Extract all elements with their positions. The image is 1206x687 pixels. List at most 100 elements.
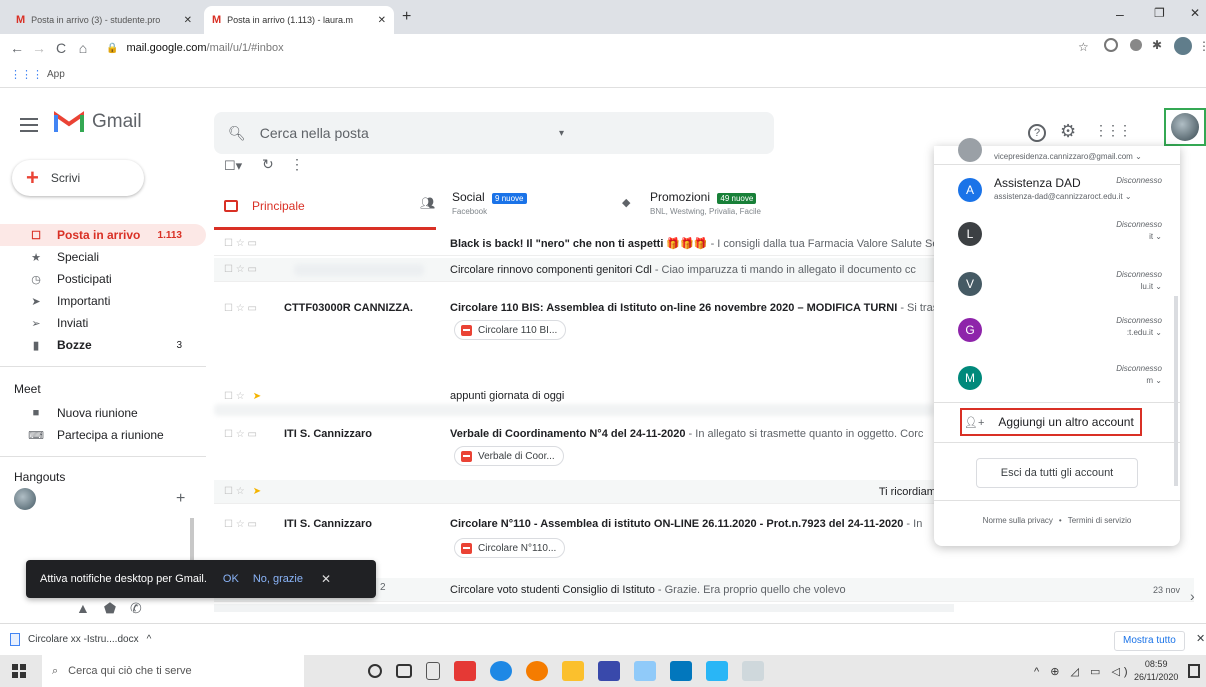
row-controls[interactable]: ☐ ☆ ➤ bbox=[214, 486, 284, 497]
extensions-puzzle-icon[interactable]: ✱ bbox=[1152, 38, 1162, 52]
hangouts-bottom-icons[interactable]: ▲⬟✆ bbox=[76, 600, 156, 617]
email-row[interactable]: ☐ ☆ ▭ ITI S. Cannizzaro Circolare N°110 … bbox=[214, 512, 954, 536]
attachment-chip[interactable]: Verbale di Coor... bbox=[454, 446, 564, 466]
file-icon[interactable] bbox=[426, 662, 440, 680]
add-hangout-icon[interactable]: + bbox=[176, 490, 185, 508]
browser-menu-icon[interactable]: ⋮ bbox=[1198, 39, 1206, 53]
bookmark-apps[interactable]: App bbox=[47, 69, 65, 80]
select-all-checkbox[interactable]: ☐▾ bbox=[224, 158, 242, 174]
hangouts-avatar[interactable] bbox=[14, 488, 36, 510]
account-item[interactable]: L Disconnesso it ⌄ bbox=[934, 214, 1180, 254]
apps-grid-icon[interactable]: ⋮⋮⋮ bbox=[10, 68, 43, 81]
tab-2-label: Posta in arrivo (1.113) - laura.m bbox=[227, 15, 354, 25]
account-item-current[interactable]: vicepresidenza.cannizzaro@gmail.com ⌄ bbox=[934, 130, 1180, 166]
sidebar-item-join-meeting[interactable]: ⌨ Partecipa a riunione bbox=[0, 424, 206, 446]
account-item[interactable]: A Assistenza DAD assistenza-dad@cannizza… bbox=[934, 170, 1180, 210]
privacy-link[interactable]: Norme sulla privacy bbox=[983, 516, 1053, 525]
tab-1-label: Posta in arrivo (3) - studente.pro bbox=[31, 15, 161, 25]
notifications-icon[interactable] bbox=[1188, 664, 1200, 678]
row-controls[interactable]: ☐ ☆ ▭ bbox=[214, 238, 284, 249]
sidebar-scrollbar[interactable] bbox=[190, 518, 194, 560]
forward-icon[interactable]: → bbox=[28, 37, 50, 59]
taskbar-search-box[interactable]: ⌕ Cerca qui ciò che ti serve bbox=[42, 655, 304, 687]
browser-tab-1[interactable]: M Posta in arrivo (3) - studente.pro ✕ bbox=[8, 6, 200, 34]
panel-scrollbar[interactable] bbox=[1174, 296, 1178, 486]
more-options-icon[interactable]: ⋮ bbox=[290, 156, 304, 173]
toast-no-button[interactable]: No, grazie bbox=[253, 573, 303, 585]
account-item[interactable]: V Disconnesso lu.it ⌄ bbox=[934, 264, 1180, 304]
gmail-logo[interactable]: Gmail bbox=[54, 110, 142, 134]
maximize-icon[interactable]: ❐ bbox=[1154, 6, 1165, 20]
screen-icon[interactable] bbox=[634, 661, 656, 681]
close-tab-icon[interactable]: ✕ bbox=[184, 15, 192, 26]
row-controls[interactable]: ☐ ☆ ▭ bbox=[214, 264, 284, 275]
email-row[interactable]: ☐ ☆ ▭ Black is back! Il "nero" che non t… bbox=[214, 232, 954, 256]
windows-start-icon[interactable] bbox=[12, 664, 26, 678]
email-row[interactable]: ☐ ☆ ▭ ITI S. Cannizzaro Verbale di Coord… bbox=[214, 422, 954, 446]
extension-icon[interactable] bbox=[1104, 38, 1118, 52]
back-icon[interactable]: ← bbox=[6, 37, 28, 59]
row-controls[interactable]: ☐ ☆ ▭ bbox=[214, 519, 284, 530]
sign-out-all-button[interactable]: Esci da tutti gli account bbox=[976, 458, 1138, 488]
email-row[interactable]: ☐ ☆ ➤ Ti ricordiamo bbox=[214, 480, 954, 504]
sidebar-item-drafts[interactable]: ▮ Bozze 3 bbox=[0, 334, 206, 356]
sidebar-item-new-meeting[interactable]: ■ Nuova riunione bbox=[0, 402, 206, 424]
row-controls[interactable]: ☐ ☆ ➤ bbox=[214, 391, 284, 402]
tab-promotions[interactable]: Promozioni 49 nuove BNL, Westwing, Priva… bbox=[650, 190, 761, 216]
browser-tab-2[interactable]: M Posta in arrivo (1.113) - laura.m ✕ bbox=[204, 6, 394, 34]
task-view-icon[interactable] bbox=[396, 664, 412, 678]
system-tray-icons[interactable]: ^ ⊕ ◿ ▭ ◁) bbox=[1034, 665, 1132, 678]
row-controls[interactable]: ☐ ☆ ▭ bbox=[214, 303, 284, 314]
compose-button[interactable]: + Scrivi bbox=[12, 160, 144, 196]
tab-social[interactable]: Social 9 nuove Facebook bbox=[452, 190, 527, 216]
reload-icon[interactable]: C bbox=[50, 37, 72, 59]
acrobat-icon[interactable] bbox=[454, 661, 476, 681]
toast-ok-button[interactable]: OK bbox=[223, 573, 239, 585]
download-options-icon[interactable]: ^ bbox=[147, 634, 152, 645]
minimize-icon[interactable]: – bbox=[1116, 6, 1124, 22]
sidebar-item-important[interactable]: ➤ Importanti bbox=[0, 290, 206, 312]
add-account-button[interactable]: 👤︎+ Aggiungi un altro account bbox=[960, 408, 1142, 436]
account-status: Disconnesso bbox=[1116, 176, 1162, 185]
show-all-downloads-button[interactable]: Mostra tutto bbox=[1114, 631, 1185, 651]
account-item[interactable]: M Disconnesso m ⌄ bbox=[934, 358, 1180, 398]
close-window-icon[interactable]: ✕ bbox=[1190, 6, 1200, 20]
calculator-icon[interactable] bbox=[598, 661, 620, 681]
home-icon[interactable]: ⌂ bbox=[72, 37, 94, 59]
browser-profile-avatar[interactable] bbox=[1174, 37, 1192, 55]
store-icon[interactable] bbox=[670, 661, 692, 681]
account-item[interactable]: G Disconnesso :t.edu.it ⌄ bbox=[934, 310, 1180, 350]
download-file-name[interactable]: Circolare xx -Istru....docx bbox=[28, 634, 139, 645]
account-name: Assistenza DAD bbox=[994, 176, 1081, 190]
bookmark-star-icon[interactable]: ☆ bbox=[1078, 40, 1089, 54]
sidebar-item-sent[interactable]: ➢ Inviati bbox=[0, 312, 206, 334]
email-row[interactable]: ☐ ☆ ▭ CTTF03000R CANNIZZA. Circolare 110… bbox=[214, 296, 954, 320]
attachment-chip[interactable]: Circolare 110 BI... bbox=[454, 320, 567, 340]
attachment-chip[interactable]: Circolare N°110... bbox=[454, 538, 566, 558]
sidebar-item-starred[interactable]: ★ Speciali bbox=[0, 246, 206, 268]
folder-icon[interactable] bbox=[562, 661, 584, 681]
system-clock[interactable]: 08:59 26/11/2020 bbox=[1134, 658, 1178, 684]
search-icon[interactable]: 🔍︎ bbox=[228, 125, 246, 142]
toast-close-icon[interactable]: ✕ bbox=[321, 572, 331, 586]
sidebar-item-snoozed[interactable]: ◷ Posticipati bbox=[0, 268, 206, 290]
edge-icon[interactable] bbox=[490, 661, 512, 681]
row-controls[interactable]: ☐ ☆ ▭ bbox=[214, 429, 284, 440]
refresh-icon[interactable]: ↻ bbox=[262, 156, 274, 173]
search-input[interactable]: 🔍︎ Cerca nella posta ▾ bbox=[214, 112, 774, 154]
new-tab-icon[interactable]: + bbox=[402, 8, 411, 26]
close-download-bar-icon[interactable]: ✕ bbox=[1196, 632, 1205, 645]
main-menu-icon[interactable] bbox=[20, 118, 38, 132]
sidebar-item-inbox[interactable]: ☐ Posta in arrivo 1.113 bbox=[0, 224, 206, 246]
terms-link[interactable]: Termini di servizio bbox=[1068, 516, 1132, 525]
url-input[interactable]: 🔒 mail.google.com /mail/u/1/#inbox bbox=[100, 37, 1140, 59]
paint-icon[interactable] bbox=[742, 661, 764, 681]
chrome-icon[interactable] bbox=[526, 661, 548, 681]
search-options-icon[interactable]: ▾ bbox=[559, 128, 564, 139]
close-tab-icon[interactable]: ✕ bbox=[378, 15, 386, 26]
app-icon[interactable] bbox=[706, 661, 728, 681]
tab-primary[interactable]: Principale bbox=[214, 184, 436, 230]
side-panel-expand-icon[interactable]: › bbox=[1190, 588, 1195, 604]
cortana-icon[interactable] bbox=[368, 664, 382, 678]
extension-icon-2[interactable] bbox=[1130, 39, 1142, 51]
